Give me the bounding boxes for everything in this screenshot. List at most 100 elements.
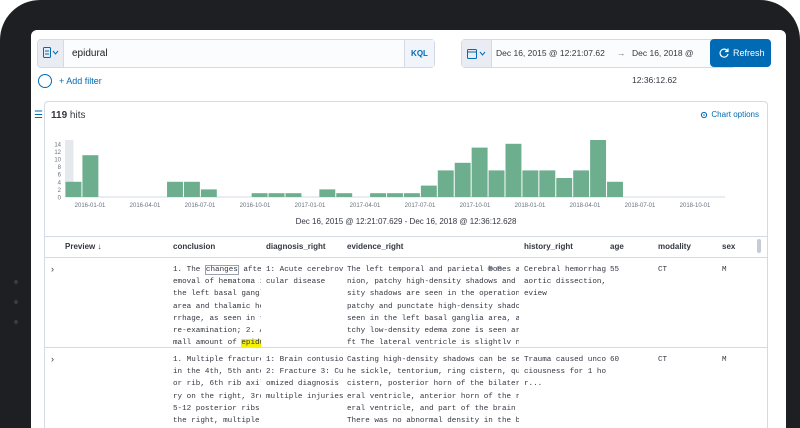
- x-tick-label: 2017-01-01: [295, 203, 326, 209]
- table-row: › 1. Multiple fractures in the 4th, 5th …: [45, 348, 767, 428]
- x-tick-label: 2016-04-01: [130, 203, 161, 209]
- cell-history-right: Cerebral hemorrhage, aortic dissection, …: [524, 266, 606, 299]
- column-header-age[interactable]: age: [610, 237, 624, 257]
- side-button: [14, 300, 18, 304]
- y-tick-label: 6: [58, 173, 62, 179]
- calendar-icon: [467, 49, 486, 59]
- histogram-bar[interactable]: [387, 193, 403, 197]
- cell-evidence-right: The left temporal and parietal bones are…: [347, 266, 519, 348]
- cell-modality: CT: [658, 356, 668, 364]
- histogram-bar[interactable]: [167, 181, 183, 197]
- refresh-label: Refresh: [733, 48, 765, 58]
- side-button: [14, 320, 18, 324]
- histogram-bar[interactable]: [454, 162, 471, 197]
- saved-query-button[interactable]: [38, 40, 64, 67]
- histogram-bar[interactable]: [522, 170, 539, 197]
- expand-row-icon[interactable]: ›: [51, 354, 54, 364]
- histogram-bar[interactable]: [268, 193, 285, 197]
- histogram-bar[interactable]: [336, 193, 353, 197]
- hits-label: hits: [69, 110, 86, 121]
- x-tick-label: 2017-04-01: [350, 203, 381, 209]
- query-bar: KQL: [37, 39, 435, 68]
- conclusion-text: after r emoval of hematoma in the left b…: [173, 266, 261, 348]
- x-tick-label: 2016-07-01: [185, 203, 216, 209]
- column-header-evidence-right[interactable]: evidence_right: [347, 237, 403, 257]
- column-header-diagnosis-right[interactable]: diagnosis_right: [266, 237, 326, 257]
- cell-sex: M: [722, 266, 727, 274]
- histogram-bar[interactable]: [556, 178, 573, 197]
- column-header-conclusion[interactable]: conclusion: [173, 237, 215, 257]
- x-tick-label: 2016-10-01: [240, 203, 271, 209]
- highlighted-term: changes: [204, 265, 239, 275]
- gear-icon: [701, 111, 708, 119]
- histogram-bar[interactable]: [539, 170, 556, 197]
- side-button: [14, 280, 18, 284]
- date-picker: Dec 16, 2015 @ 12:21:07.62 → Dec 16, 201…: [461, 39, 736, 85]
- cell-conclusion: 1. Multiple fractures in the 4th, 5th an…: [173, 356, 261, 426]
- x-tick-label: 2017-10-01: [460, 203, 491, 209]
- y-tick-label: 14: [54, 142, 61, 148]
- filter-menu-icon[interactable]: [38, 74, 52, 88]
- y-tick-label: 4: [58, 180, 62, 186]
- x-tick-label: 2018-04-01: [570, 203, 601, 209]
- histogram-bar[interactable]: [370, 193, 387, 197]
- x-tick-label: 2016-01-01: [75, 203, 106, 209]
- highlighted-term: epidura: [241, 339, 261, 348]
- add-filter-link[interactable]: + Add filter: [59, 76, 102, 86]
- histogram-bar[interactable]: [82, 155, 99, 197]
- histogram-bar[interactable]: [437, 170, 454, 197]
- histogram-bar[interactable]: [505, 143, 522, 197]
- histogram-bar[interactable]: [488, 170, 505, 197]
- y-tick-label: 2: [58, 188, 62, 194]
- histogram-bar[interactable]: [65, 181, 82, 197]
- discover-screen: KQL Dec 16, 2015 @ 12:21:07.62 → Dec 16,…: [31, 30, 786, 428]
- date-start[interactable]: Dec 16, 2015 @ 12:21:07.62: [496, 40, 605, 67]
- cell-diagnosis-right: 1: Acute cerebrovas cular disease: [266, 266, 344, 287]
- cell-age: 55: [610, 266, 620, 274]
- y-tick-label: 12: [54, 150, 61, 156]
- cell-evidence-right: Casting high-density shadows can be seen…: [347, 356, 519, 426]
- histogram-bar[interactable]: [200, 189, 217, 197]
- histogram-bar[interactable]: [285, 193, 302, 197]
- histogram-bar[interactable]: [573, 170, 590, 197]
- sidebar-toggle-icon[interactable]: ☰: [34, 110, 43, 121]
- x-tick-label: 2018-01-01: [515, 203, 546, 209]
- date-quick-menu-button[interactable]: [462, 40, 492, 67]
- y-tick-label: 8: [58, 165, 62, 171]
- query-language-toggle[interactable]: KQL: [404, 40, 434, 67]
- column-header-modality[interactable]: modality: [658, 237, 691, 257]
- refresh-icon: [719, 48, 729, 58]
- histogram-bar[interactable]: [471, 147, 488, 197]
- histogram-bar[interactable]: [607, 181, 623, 197]
- table-header: Preview ↓ conclusion diagnosis_right evi…: [45, 236, 767, 258]
- date-arrow-icon: →: [617, 48, 626, 58]
- refresh-button[interactable]: Refresh: [710, 39, 771, 67]
- cell-expand-icon[interactable]: ⊕ ⊖: [487, 264, 503, 273]
- column-header-sex[interactable]: sex: [722, 237, 735, 257]
- tablet-frame: KQL Dec 16, 2015 @ 12:21:07.62 → Dec 16,…: [0, 0, 800, 428]
- expand-row-icon[interactable]: ›: [51, 264, 54, 274]
- chart-options-button[interactable]: Chart options: [700, 110, 759, 119]
- y-tick-label: 0: [58, 196, 62, 202]
- cell-age: 60: [610, 356, 620, 364]
- histogram-bar[interactable]: [403, 193, 420, 197]
- histogram-bar[interactable]: [251, 193, 268, 197]
- cell-sex: M: [722, 356, 727, 364]
- cell-conclusion: 1. The changes after r emoval of hematom…: [173, 264, 261, 349]
- search-input[interactable]: [72, 44, 392, 63]
- column-header-history-right[interactable]: history_right: [524, 237, 573, 257]
- x-tick-label: 2017-07-01: [405, 203, 436, 209]
- histogram-bar[interactable]: [420, 185, 437, 197]
- y-tick-label: 10: [54, 158, 61, 164]
- table-scrollbar[interactable]: [757, 239, 761, 253]
- histogram-bar[interactable]: [183, 181, 200, 197]
- histogram-bar[interactable]: [319, 189, 336, 197]
- histogram-bar[interactable]: [590, 140, 607, 197]
- hits-count: 119 hits: [51, 110, 85, 121]
- results-panel: 119 hits Chart options 14 12 10 8 6 4 2 0 2016-0…: [44, 101, 768, 428]
- column-header-preview[interactable]: Preview ↓: [65, 237, 101, 257]
- chart-range-label: Dec 16, 2015 @ 12:21:07.629 - Dec 16, 20…: [295, 217, 517, 226]
- table-row: › 1. The changes after r emoval of hemat…: [45, 258, 767, 348]
- saved-query-icon: [43, 47, 59, 58]
- chart-options-label: Chart options: [711, 110, 759, 119]
